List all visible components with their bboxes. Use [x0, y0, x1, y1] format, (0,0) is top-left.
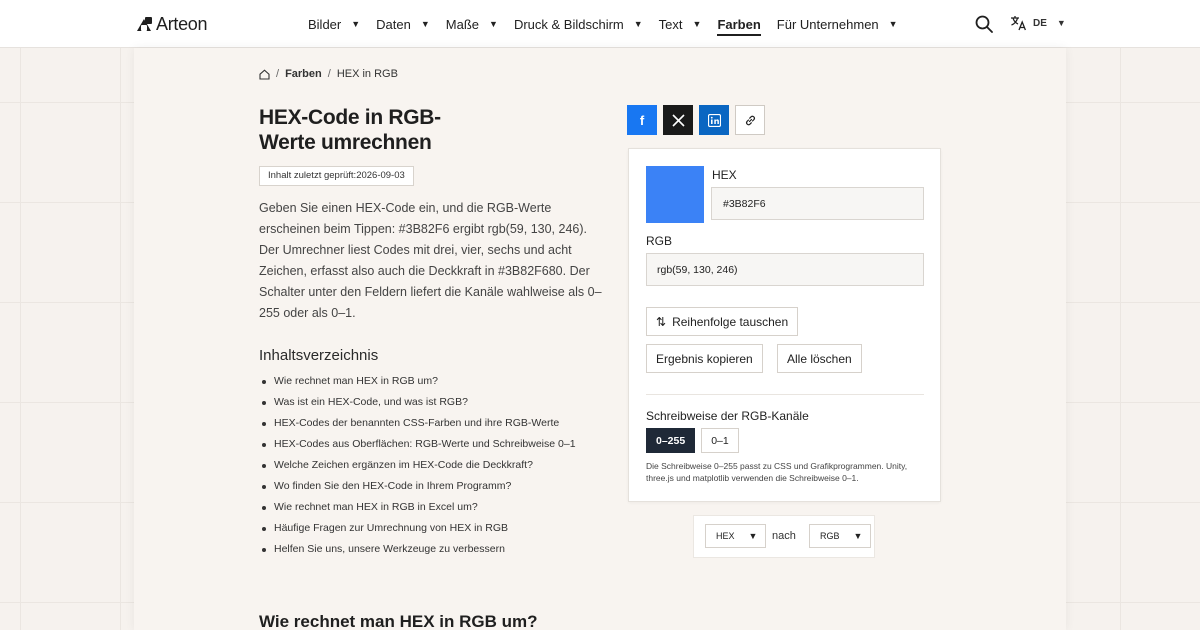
rgb-field-label: RGB	[646, 234, 673, 248]
notation-option-0-1[interactable]: 0–1	[701, 428, 739, 453]
breadcrumb-current: HEX in RGB	[336, 68, 398, 80]
chevron-down-icon: ▼	[351, 19, 361, 29]
chevron-down-icon: ▼	[420, 19, 430, 29]
linkedin-icon	[707, 113, 721, 127]
toc-link[interactable]: HEX-Codes aus Oberflächen: RGB-Werte und…	[259, 434, 576, 455]
nav-item-text[interactable]: Text ▼	[659, 0, 702, 48]
link-icon	[745, 115, 755, 125]
page-title: HEX-Code in RGB- Werte umrechnen	[259, 105, 539, 155]
nav-item-daten[interactable]: Daten ▼	[376, 0, 430, 48]
converter-card: HEX RGB ⇅ Reihenfolge tauschen Ergebnis …	[628, 148, 941, 502]
nav-item-farben[interactable]: Farben	[717, 0, 761, 48]
main-nav: Bilder ▼ Daten ▼ Maße ▼ Druck & Bildschi…	[308, 0, 914, 48]
toc-link[interactable]: Wie rechnet man HEX in RGB um?	[259, 371, 576, 392]
toc-link[interactable]: Helfen Sie uns, unsere Werkzeuge zu verb…	[259, 539, 576, 560]
copy-result-button[interactable]: Ergebnis kopieren	[646, 344, 763, 373]
rgb-input[interactable]	[646, 253, 924, 286]
notation-label: Schreibweise der RGB-Kanäle	[646, 409, 809, 423]
logo-icon	[137, 16, 152, 32]
toc-link[interactable]: Wie rechnet man HEX in RGB in Excel um?	[259, 497, 576, 518]
from-format-value: HEX	[716, 531, 735, 541]
brand-logo[interactable]: Arteon	[137, 14, 208, 34]
nav-item-masse[interactable]: Maße ▼	[446, 0, 498, 48]
to-format-value: RGB	[820, 531, 840, 541]
share-x-button[interactable]	[663, 105, 693, 135]
notation-option-0-255[interactable]: 0–255	[646, 428, 696, 453]
chevron-down-icon: ▼	[489, 19, 498, 29]
chevron-down-icon: ▼	[1056, 18, 1066, 28]
swap-vertical-icon: ⇅	[656, 314, 667, 329]
language-code: DE	[1033, 17, 1047, 29]
chevron-down-icon: ▼	[692, 19, 702, 29]
table-of-contents: Wie rechnet man HEX in RGB um? Was ist e…	[259, 371, 576, 560]
toc-link[interactable]: Wo finden Sie den HEX-Code in Ihrem Prog…	[259, 476, 576, 497]
notation-hint: Die Schreibweise 0–255 passt zu CSS und …	[646, 461, 908, 483]
page-title-line: HEX-Code in RGB-	[259, 106, 441, 129]
nav-item-label: Druck & Bildschirm	[513, 16, 624, 32]
share-buttons: f	[627, 105, 765, 135]
share-facebook-button[interactable]: f	[627, 105, 657, 135]
breadcrumb-link-farben[interactable]: Farben	[285, 68, 322, 80]
chevron-down-icon: ▼	[853, 531, 863, 541]
from-format-select[interactable]: HEX ▼	[705, 524, 767, 548]
divider	[646, 394, 924, 395]
top-navigation-bar: Arteon Bilder ▼ Daten ▼ Maße ▼ Druck & B…	[0, 0, 1200, 48]
brand-name: Arteon	[156, 14, 208, 34]
nav-item-bilder[interactable]: Bilder ▼	[308, 0, 360, 48]
nav-item-label: Daten	[376, 16, 411, 32]
toc-link[interactable]: Welche Zeichen ergänzen im HEX-Code die …	[259, 455, 576, 476]
nav-item-label: Text	[658, 16, 683, 32]
translate-icon	[1011, 16, 1027, 31]
nav-item-label: Für Unternehmen	[776, 16, 879, 32]
clear-all-button[interactable]: Alle löschen	[777, 344, 862, 373]
to-format-select[interactable]: RGB ▼	[809, 524, 872, 548]
language-selector[interactable]: DE ▼	[1010, 15, 1066, 31]
breadcrumb: / Farben / HEX in RGB	[259, 68, 398, 80]
nav-item-label: Farben	[717, 17, 761, 36]
conversion-direction: HEX ▼ nach RGB ▼	[693, 515, 875, 558]
chevron-down-icon: ▼	[748, 531, 758, 541]
copy-link-button[interactable]	[735, 105, 765, 135]
chevron-down-icon: ▼	[888, 19, 898, 29]
direction-word: nach	[772, 530, 796, 542]
nav-item-unternehmen[interactable]: Für Unternehmen ▼	[777, 0, 898, 48]
home-icon[interactable]	[259, 68, 270, 80]
toc-heading: Inhaltsverzeichnis	[259, 347, 379, 364]
search-icon	[975, 15, 993, 33]
breadcrumb-separator: /	[276, 68, 280, 80]
intro-paragraph: Geben Sie einen HEX-Code ein, und die RG…	[259, 201, 602, 320]
hex-field-label: HEX	[712, 168, 737, 182]
nav-item-label: Bilder	[308, 16, 342, 32]
page-title-line: Werte umrechnen	[259, 131, 432, 154]
nav-item-label: Maße	[445, 16, 480, 32]
toc-link[interactable]: Was ist ein HEX-Code, und was ist RGB?	[259, 392, 576, 413]
hex-input[interactable]	[711, 187, 924, 220]
nav-item-druck-bildschirm[interactable]: Druck & Bildschirm ▼	[514, 0, 643, 48]
chevron-down-icon: ▼	[633, 19, 643, 29]
swap-order-label: Reihenfolge tauschen	[672, 314, 789, 329]
x-icon	[671, 113, 685, 127]
toc-link[interactable]: Häufige Fragen zur Umrechnung von HEX in…	[259, 518, 576, 539]
last-checked-badge: Inhalt zuletzt geprüft:2026-09-03	[259, 166, 414, 186]
section-heading: Wie rechnet man HEX in RGB um?	[259, 612, 538, 630]
swap-order-button[interactable]: ⇅ Reihenfolge tauschen	[646, 307, 799, 336]
search-button[interactable]	[975, 15, 995, 35]
toc-link[interactable]: HEX-Codes der benannten CSS-Farben und i…	[259, 413, 576, 434]
color-swatch	[646, 166, 704, 223]
facebook-icon: f	[639, 112, 645, 128]
breadcrumb-separator: /	[327, 68, 331, 80]
share-linkedin-button[interactable]	[699, 105, 729, 135]
notation-toggle: 0–255 0–1	[646, 428, 739, 453]
